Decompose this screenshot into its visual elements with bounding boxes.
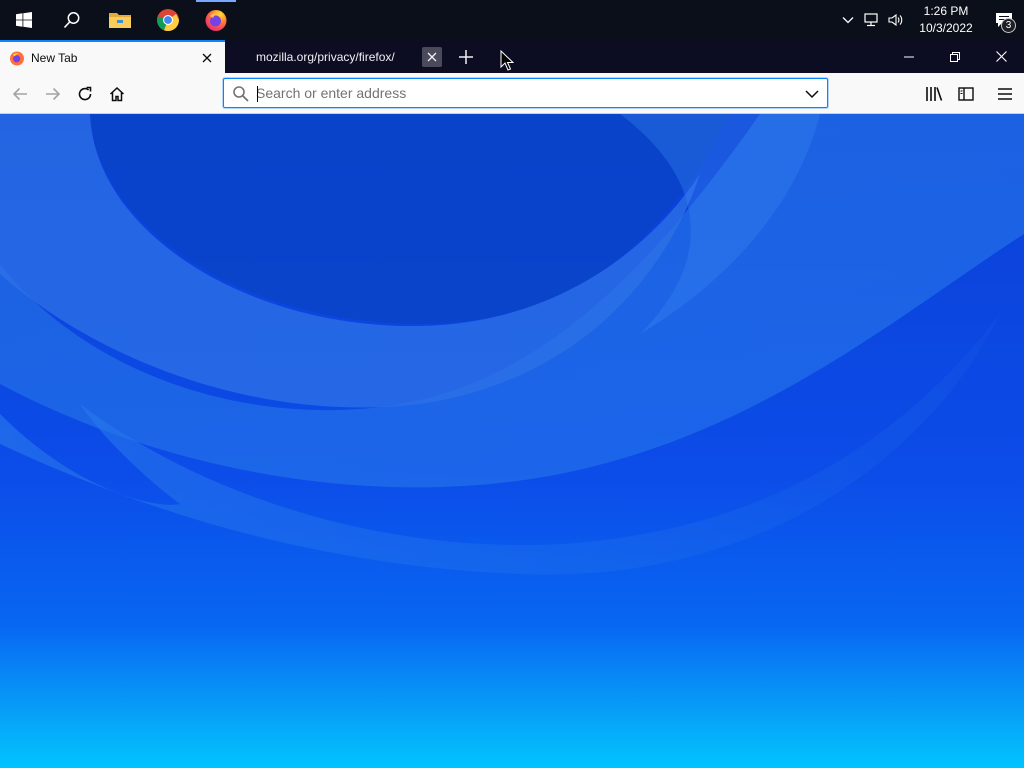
volume-button[interactable]: [884, 0, 908, 40]
reload-icon: [78, 86, 92, 101]
system-tray: 1:26 PM 10/3/2022 3: [836, 0, 1024, 40]
clock-time: 1:26 PM: [923, 4, 969, 18]
tab-label: mozilla.org/privacy/firefox/: [256, 49, 395, 64]
tab-new-tab[interactable]: New Tab: [0, 40, 225, 73]
sidebar-toggle-button[interactable]: [951, 79, 981, 109]
tray-overflow-button[interactable]: [836, 0, 860, 40]
sidebar-icon: [958, 87, 974, 101]
close-icon: [202, 53, 212, 62]
restore-button[interactable]: [932, 40, 978, 73]
library-icon: [926, 87, 943, 101]
volume-icon: [888, 13, 903, 27]
close-tab-button[interactable]: [197, 48, 217, 68]
chevron-down-icon[interactable]: [803, 85, 821, 103]
tab-mozilla-privacy[interactable]: mozilla.org/privacy/firefox/: [225, 40, 450, 73]
plus-icon: [459, 49, 473, 64]
minimize-button[interactable]: [886, 40, 932, 73]
background-swoosh: [0, 114, 1024, 575]
chrome-button[interactable]: [144, 0, 192, 40]
reload-button[interactable]: [70, 79, 100, 109]
search-icon: [233, 86, 249, 102]
taskbar-clock[interactable]: 1:26 PM 10/3/2022: [914, 3, 978, 37]
clock-date: 10/3/2022: [919, 21, 973, 35]
close-tab-button[interactable]: [422, 46, 442, 67]
library-button[interactable]: [919, 79, 949, 109]
menu-button[interactable]: [990, 79, 1020, 109]
taskbar-search-button[interactable]: [48, 0, 96, 40]
search-icon: [63, 12, 80, 29]
tab-label: New Tab: [31, 50, 78, 65]
close-icon: [995, 51, 1007, 62]
file-explorer-button[interactable]: [96, 0, 144, 40]
network-button[interactable]: [860, 0, 884, 40]
new-tab-button[interactable]: [452, 40, 480, 73]
forward-button[interactable]: [38, 79, 68, 109]
file-explorer-icon: [109, 13, 131, 28]
firefox-taskbar-button[interactable]: [192, 0, 240, 40]
hamburger-menu-icon: [998, 88, 1012, 100]
minimize-icon: [904, 56, 914, 57]
back-button[interactable]: [5, 79, 35, 109]
close-window-button[interactable]: [978, 40, 1024, 73]
new-tab-page: [0, 114, 1024, 768]
close-icon: [427, 52, 437, 61]
windows-taskbar: 1:26 PM 10/3/2022 3: [0, 0, 1024, 40]
text-caret: [257, 86, 258, 102]
home-button[interactable]: [102, 79, 132, 109]
chrome-icon: [157, 9, 180, 32]
home-icon: [109, 86, 125, 102]
chevron-up-icon: [842, 17, 854, 24]
action-center-button[interactable]: 3: [984, 0, 1024, 40]
navigation-toolbar: [0, 73, 1024, 114]
address-input[interactable]: [256, 83, 796, 103]
notification-count-badge: 3: [1001, 18, 1016, 33]
windows-logo-icon: [16, 12, 32, 28]
network-icon: [864, 13, 878, 27]
back-arrow-icon: [12, 87, 27, 101]
firefox-favicon-icon: [10, 51, 24, 65]
start-button[interactable]: [0, 0, 48, 40]
forward-arrow-icon: [46, 87, 61, 101]
address-bar[interactable]: [223, 78, 828, 108]
firefox-icon: [205, 10, 227, 31]
restore-icon: [950, 51, 960, 62]
mouse-cursor-icon: [500, 50, 514, 71]
